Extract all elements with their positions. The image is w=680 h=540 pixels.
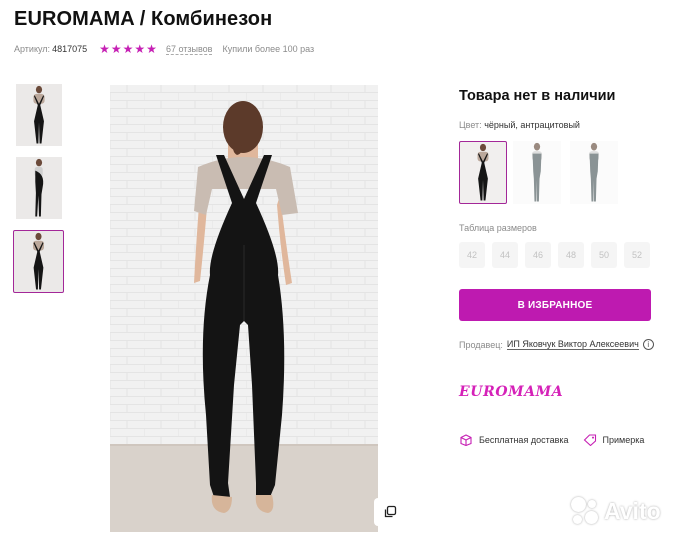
reviews-link[interactable]: 67 отзывов bbox=[165, 44, 213, 55]
seller-label: Продавец: bbox=[459, 339, 503, 350]
product-meta: Артикул: 4817075 ★ ★ ★ ★ ★ 67 отзывов Ку… bbox=[14, 42, 314, 56]
color-label: Цвет: bbox=[459, 120, 482, 130]
size-option[interactable]: 44 bbox=[492, 242, 518, 268]
article-value: 4817075 bbox=[52, 44, 88, 54]
size-option[interactable]: 48 bbox=[558, 242, 584, 268]
star-icon: ★ bbox=[134, 42, 146, 56]
size-options: 42 44 46 48 50 52 bbox=[459, 242, 650, 268]
expand-icon bbox=[384, 505, 397, 518]
model-back-image bbox=[14, 231, 63, 292]
star-icon: ★ bbox=[146, 42, 157, 56]
size-table-label[interactable]: Таблица размеров bbox=[459, 223, 537, 233]
stock-status: Товара нет в наличии bbox=[459, 88, 616, 104]
model-black-image bbox=[460, 142, 506, 203]
brand-logo[interactable]: EUROMAMA bbox=[459, 384, 563, 400]
avito-text: Avito bbox=[604, 497, 661, 524]
rating-stars: ★ ★ ★ ★ ★ bbox=[99, 43, 157, 55]
bought-count: Купили более 100 раз bbox=[222, 44, 315, 54]
size-option[interactable]: 42 bbox=[459, 242, 485, 268]
seller-info: Продавец: ИП Яковчук Виктор Алексеевич i bbox=[459, 339, 654, 350]
model-front-image bbox=[16, 84, 62, 146]
model-anthracite-image bbox=[513, 141, 561, 204]
color-swatch-anthracite-side[interactable] bbox=[570, 141, 618, 204]
size-option[interactable]: 50 bbox=[591, 242, 617, 268]
zoom-button[interactable] bbox=[374, 498, 406, 526]
avito-logo-icon bbox=[570, 496, 600, 526]
star-icon: ★ bbox=[110, 42, 122, 56]
color-info: Цвет: чёрный, антрацитовый bbox=[459, 120, 580, 130]
main-product-image[interactable] bbox=[110, 85, 378, 532]
model-back-photo bbox=[110, 85, 378, 532]
seller-name-link[interactable]: ИП Яковчук Виктор Алексеевич bbox=[506, 339, 639, 350]
thumbnail-back[interactable] bbox=[13, 230, 64, 293]
model-anthracite-side-image bbox=[570, 141, 618, 204]
color-swatch-anthracite[interactable] bbox=[513, 141, 561, 204]
model-side-image bbox=[16, 157, 62, 219]
star-icon: ★ bbox=[122, 42, 134, 56]
avito-watermark: Avito bbox=[570, 496, 661, 526]
free-delivery-label: Бесплатная доставка bbox=[479, 435, 569, 445]
add-to-favorites-button[interactable]: В ИЗБРАННОЕ bbox=[459, 289, 651, 321]
box-icon bbox=[460, 434, 472, 446]
article-label: Артикул: bbox=[14, 44, 51, 54]
thumbnail-front[interactable] bbox=[16, 84, 62, 146]
info-icon[interactable]: i bbox=[642, 339, 654, 350]
color-value: чёрный, антрацитовый bbox=[484, 120, 580, 130]
size-option[interactable]: 52 bbox=[624, 242, 650, 268]
delivery-features: Бесплатная доставка Примерка bbox=[459, 434, 644, 446]
thumbnail-side[interactable] bbox=[16, 157, 62, 219]
tag-icon bbox=[583, 434, 596, 446]
product-title: EUROMAMA / Комбинезон bbox=[14, 8, 273, 30]
color-swatch-black[interactable] bbox=[459, 141, 507, 204]
size-option[interactable]: 46 bbox=[525, 242, 551, 268]
fitting-label: Примерка bbox=[602, 435, 645, 445]
star-icon: ★ bbox=[99, 42, 110, 56]
